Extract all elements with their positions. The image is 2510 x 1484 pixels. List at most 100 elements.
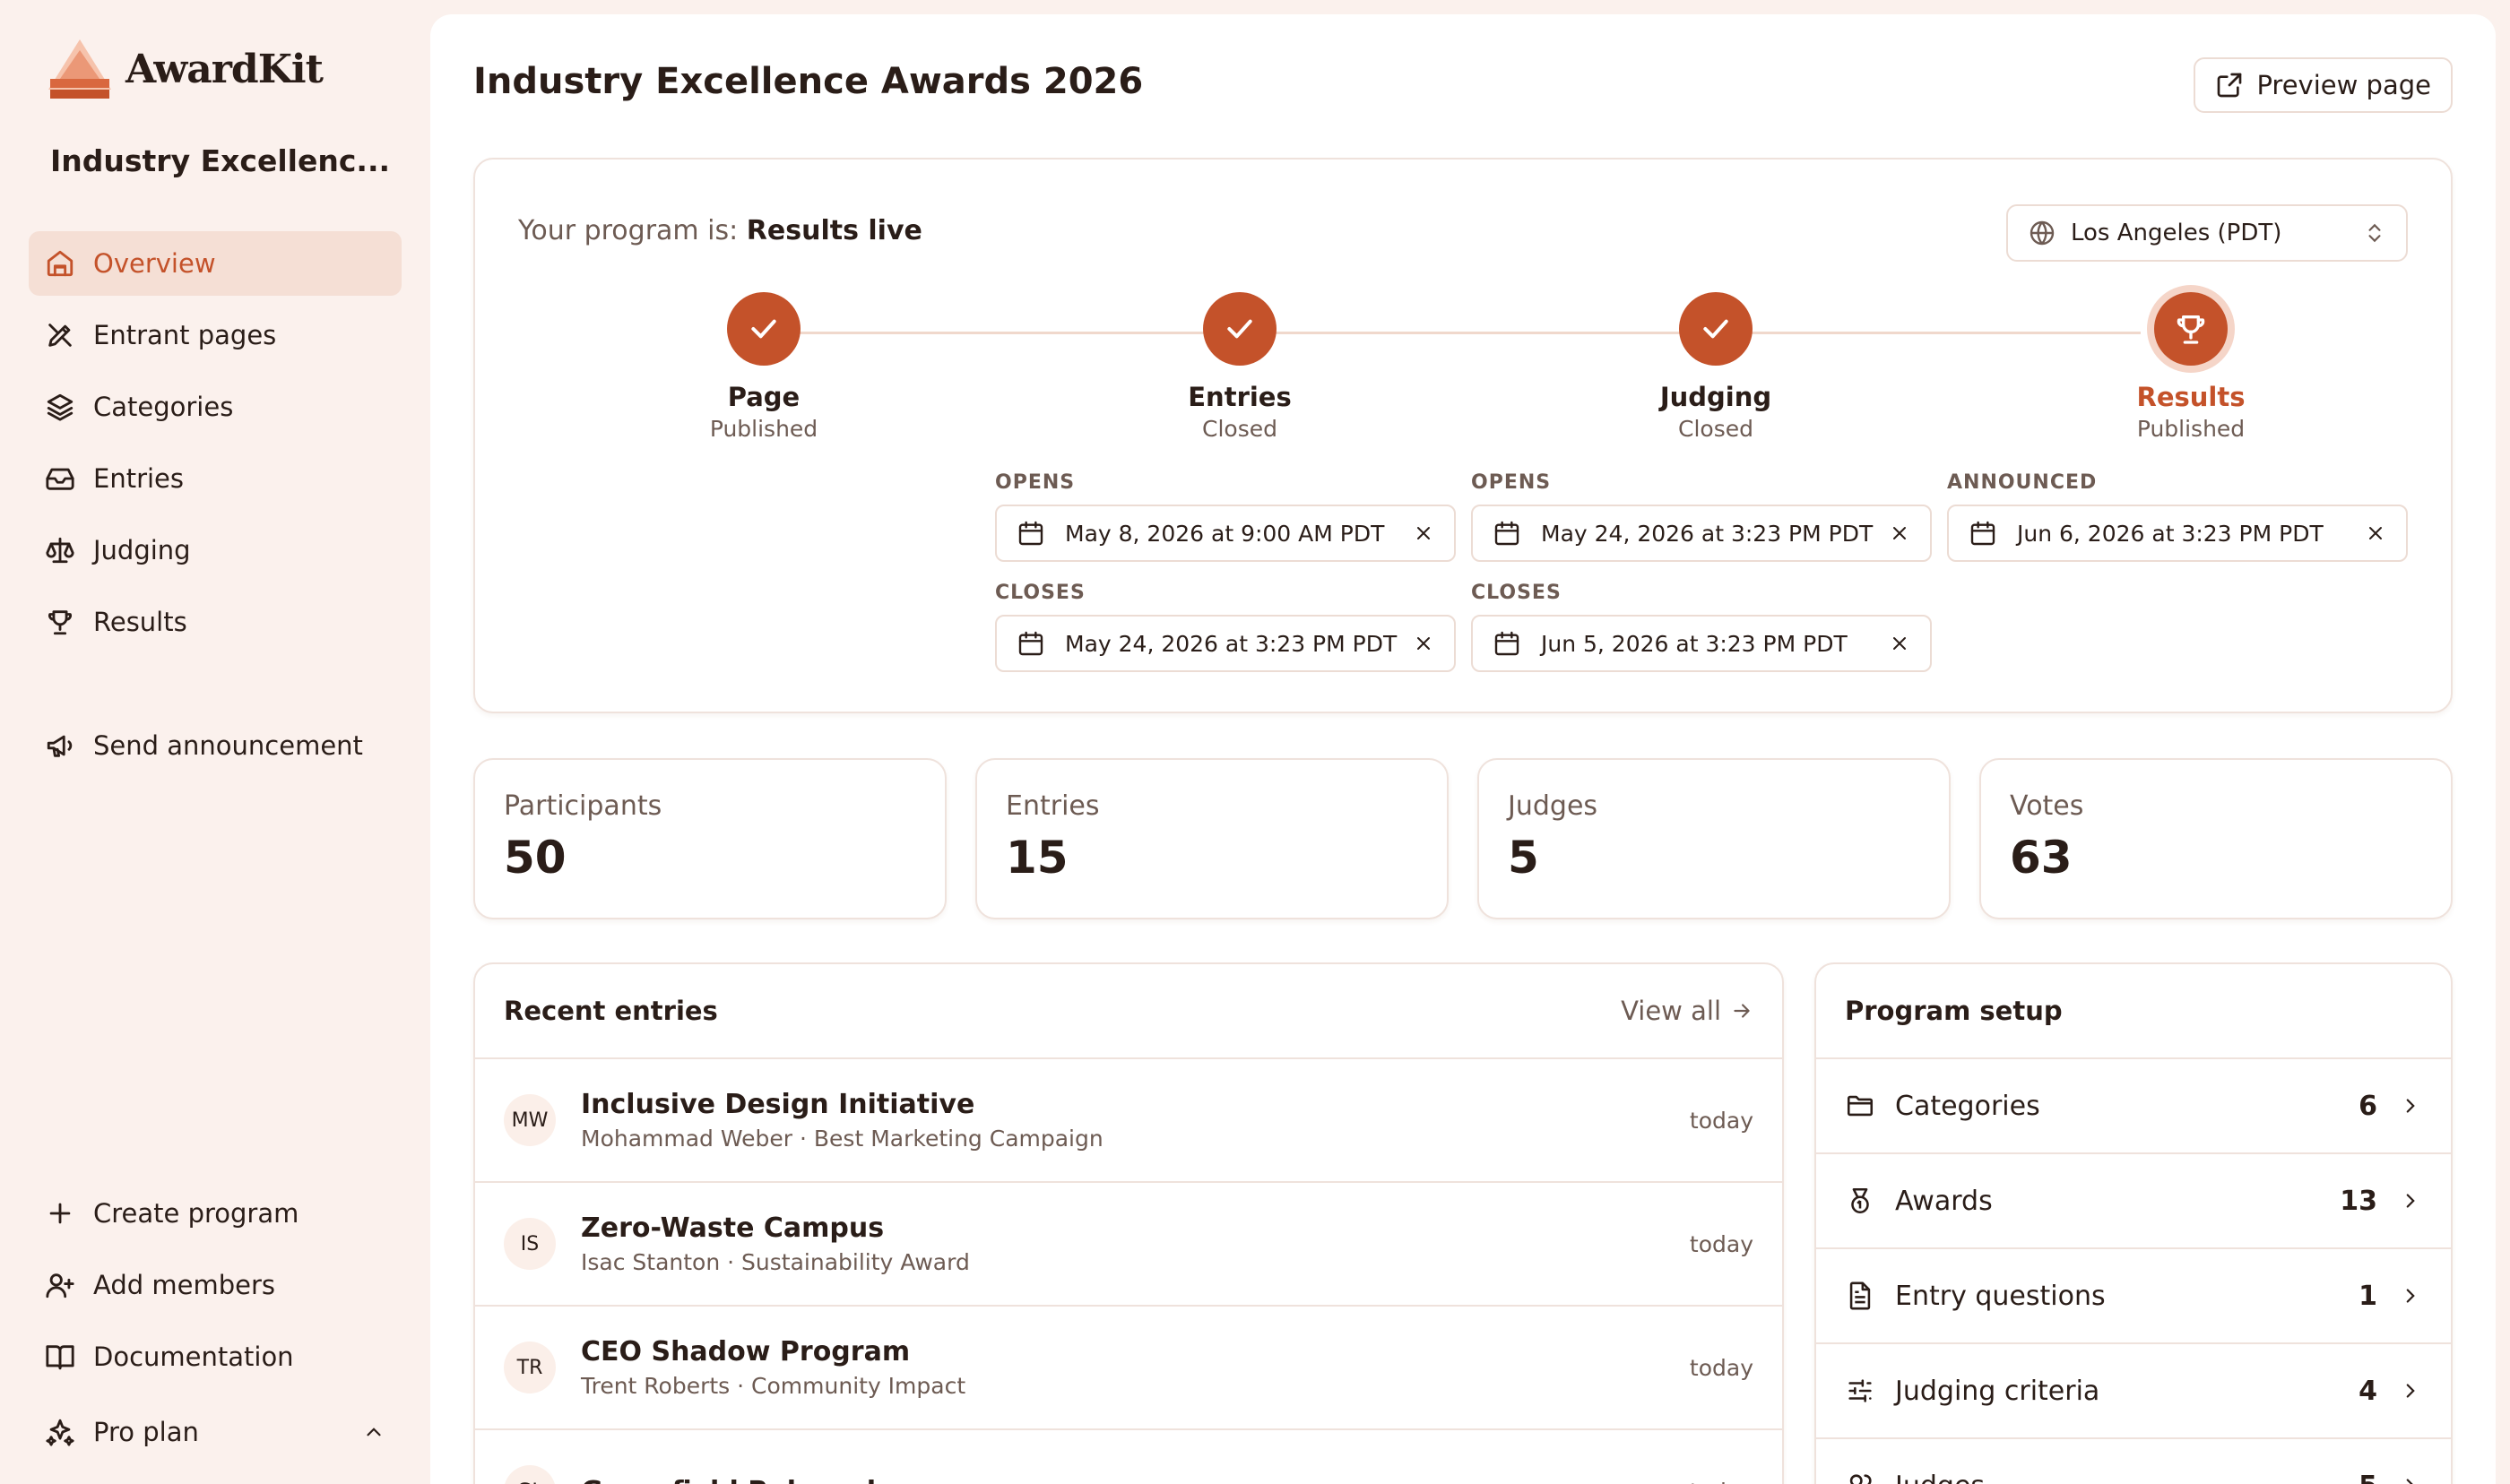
avatar: MW bbox=[504, 1094, 556, 1146]
program-status-card: Your program is: Results live Los Angele… bbox=[473, 158, 2453, 713]
create-program-button[interactable]: Create program bbox=[29, 1181, 402, 1246]
check-icon bbox=[1227, 319, 1252, 339]
stat-label: Participants bbox=[504, 790, 662, 822]
chevron-up-icon bbox=[367, 1428, 381, 1437]
calendar-icon bbox=[1018, 631, 1043, 656]
arrow-right-icon bbox=[1734, 1004, 1750, 1018]
avatar: IS bbox=[504, 1218, 556, 1270]
stepper-connector bbox=[764, 332, 2141, 334]
avatar: GL bbox=[504, 1465, 556, 1484]
calendar-icon bbox=[1970, 521, 1995, 546]
calendar-icon bbox=[1018, 521, 1043, 546]
entry-category: Best Marketing Campaign bbox=[813, 1126, 1104, 1152]
nav-item-judging[interactable]: Judging bbox=[29, 518, 402, 582]
entry-row[interactable]: TR CEO Shadow Program Trent Roberts · Co… bbox=[475, 1307, 1782, 1430]
step-status: Published bbox=[2136, 416, 2246, 442]
scale-icon bbox=[46, 537, 74, 564]
timezone-select[interactable]: Los Angeles (PDT) bbox=[2006, 204, 2408, 262]
setup-row-categories[interactable]: Categories 6 bbox=[1816, 1059, 2451, 1154]
entry-time: today bbox=[1690, 1479, 1753, 1484]
stat-card-judges: Judges 5 bbox=[1477, 758, 1951, 919]
sliders-icon bbox=[1848, 1379, 1872, 1402]
clear-icon[interactable] bbox=[2365, 522, 2386, 544]
setup-count: 4 bbox=[2359, 1375, 2377, 1407]
chevron-right-icon bbox=[2406, 1289, 2415, 1303]
chevron-right-icon bbox=[2406, 1479, 2413, 1484]
clear-icon[interactable] bbox=[1889, 522, 1910, 544]
date-value: Jun 5, 2026 at 3:23 PM PDT bbox=[1541, 630, 1848, 657]
date-label: OPENS bbox=[1471, 471, 1552, 494]
logo[interactable]: AwardKit bbox=[47, 38, 324, 100]
entry-row[interactable]: GL Greenfield Rebrand today bbox=[475, 1430, 1782, 1484]
nav-label: Categories bbox=[93, 392, 234, 422]
step-complete-circle bbox=[727, 292, 801, 366]
clear-icon[interactable] bbox=[1413, 522, 1434, 544]
date-value: May 24, 2026 at 3:23 PM PDT bbox=[1065, 630, 1398, 657]
recent-entries-title: Recent entries bbox=[504, 996, 718, 1026]
sparkles-icon bbox=[46, 1419, 74, 1446]
documentation-link[interactable]: Documentation bbox=[29, 1324, 402, 1389]
view-all-link[interactable]: View all bbox=[1621, 996, 1753, 1026]
program-status-prefix: Your program is: bbox=[518, 215, 739, 246]
entry-row[interactable]: MW Inclusive Design Initiative Mohammad … bbox=[475, 1059, 1782, 1183]
step-entries: Entries Closed bbox=[1105, 292, 1374, 442]
step-judging: Judging Closed bbox=[1581, 292, 1850, 442]
clear-icon[interactable] bbox=[1413, 633, 1434, 654]
results-dates: ANNOUNCED Jun 6, 2026 at 3:23 PM PDT bbox=[1947, 471, 2408, 562]
entries-closes-field[interactable]: May 24, 2026 at 3:23 PM PDT bbox=[995, 615, 1456, 672]
nav-label: Results bbox=[93, 607, 187, 637]
recent-entries-header: Recent entries View all bbox=[475, 964, 1782, 1059]
check-icon bbox=[1703, 319, 1728, 339]
calendar-icon bbox=[1494, 631, 1519, 656]
setup-row-awards[interactable]: Awards 13 bbox=[1816, 1154, 2451, 1249]
awardkit-logo-icon bbox=[48, 39, 111, 99]
setup-row-judges[interactable]: Judges 5 bbox=[1816, 1439, 2451, 1484]
step-status: Published bbox=[709, 416, 818, 442]
step-label: Entries bbox=[1188, 382, 1292, 412]
nav-item-entrant-pages[interactable]: Entrant pages bbox=[29, 303, 402, 367]
entry-row[interactable]: IS Zero-Waste Campus Isac Stanton · Sust… bbox=[475, 1183, 1782, 1307]
step-current-circle bbox=[2154, 292, 2228, 366]
setup-row-entry-questions[interactable]: Entry questions 1 bbox=[1816, 1249, 2451, 1344]
inbox-icon bbox=[46, 468, 74, 490]
judging-opens-field[interactable]: May 24, 2026 at 3:23 PM PDT bbox=[1471, 505, 1932, 562]
nav-item-overview[interactable]: Overview bbox=[29, 231, 402, 296]
results-announced-field[interactable]: Jun 6, 2026 at 3:23 PM PDT bbox=[1947, 505, 2408, 562]
documentation-label: Documentation bbox=[93, 1342, 294, 1372]
nav-item-categories[interactable]: Categories bbox=[29, 375, 402, 439]
announcement-nav: Send announcement bbox=[29, 713, 402, 785]
main-panel: Industry Excellence Awards 2026 Preview … bbox=[430, 14, 2496, 1484]
page-title: Industry Excellence Awards 2026 bbox=[473, 61, 1144, 102]
entry-category: Community Impact bbox=[751, 1373, 966, 1399]
step-label: Judging bbox=[1659, 382, 1772, 412]
date-label: OPENS bbox=[995, 471, 1076, 494]
entry-title: Inclusive Design Initiative bbox=[581, 1089, 975, 1120]
program-setup-header: Program setup bbox=[1816, 964, 2451, 1059]
stat-value: 50 bbox=[504, 832, 567, 884]
preview-page-button[interactable]: Preview page bbox=[2194, 57, 2453, 113]
send-announcement-button[interactable]: Send announcement bbox=[29, 713, 402, 778]
chevron-right-icon bbox=[2406, 1099, 2415, 1113]
entry-time: today bbox=[1689, 1107, 1753, 1134]
setup-count: 6 bbox=[2359, 1090, 2377, 1122]
setup-count: 1 bbox=[2359, 1280, 2377, 1312]
stat-value: 5 bbox=[1508, 832, 1539, 884]
stat-card-votes: Votes 63 bbox=[1979, 758, 2453, 919]
add-members-button[interactable]: Add members bbox=[29, 1253, 402, 1317]
program-switcher[interactable]: Industry Excellenc... bbox=[50, 136, 390, 185]
pro-plan-toggle[interactable]: Pro plan bbox=[29, 1400, 402, 1464]
setup-row-judging-criteria[interactable]: Judging criteria 4 bbox=[1816, 1344, 2451, 1439]
entry-author: Mohammad Weber bbox=[581, 1126, 793, 1152]
folder-icon bbox=[1847, 1095, 1874, 1117]
nav-item-entries[interactable]: Entries bbox=[29, 446, 402, 511]
nav-label: Overview bbox=[93, 248, 216, 279]
clear-icon[interactable] bbox=[1889, 633, 1910, 654]
nav-item-results[interactable]: Results bbox=[29, 590, 402, 654]
stat-value: 15 bbox=[1006, 832, 1069, 884]
stat-value: 63 bbox=[2010, 832, 2073, 884]
entries-opens-field[interactable]: May 8, 2026 at 9:00 AM PDT bbox=[995, 505, 1456, 562]
program-status-value: Results live bbox=[746, 215, 922, 246]
plus-icon bbox=[49, 1203, 71, 1224]
judging-closes-field[interactable]: Jun 5, 2026 at 3:23 PM PDT bbox=[1471, 615, 1932, 672]
avatar: TR bbox=[504, 1342, 556, 1393]
